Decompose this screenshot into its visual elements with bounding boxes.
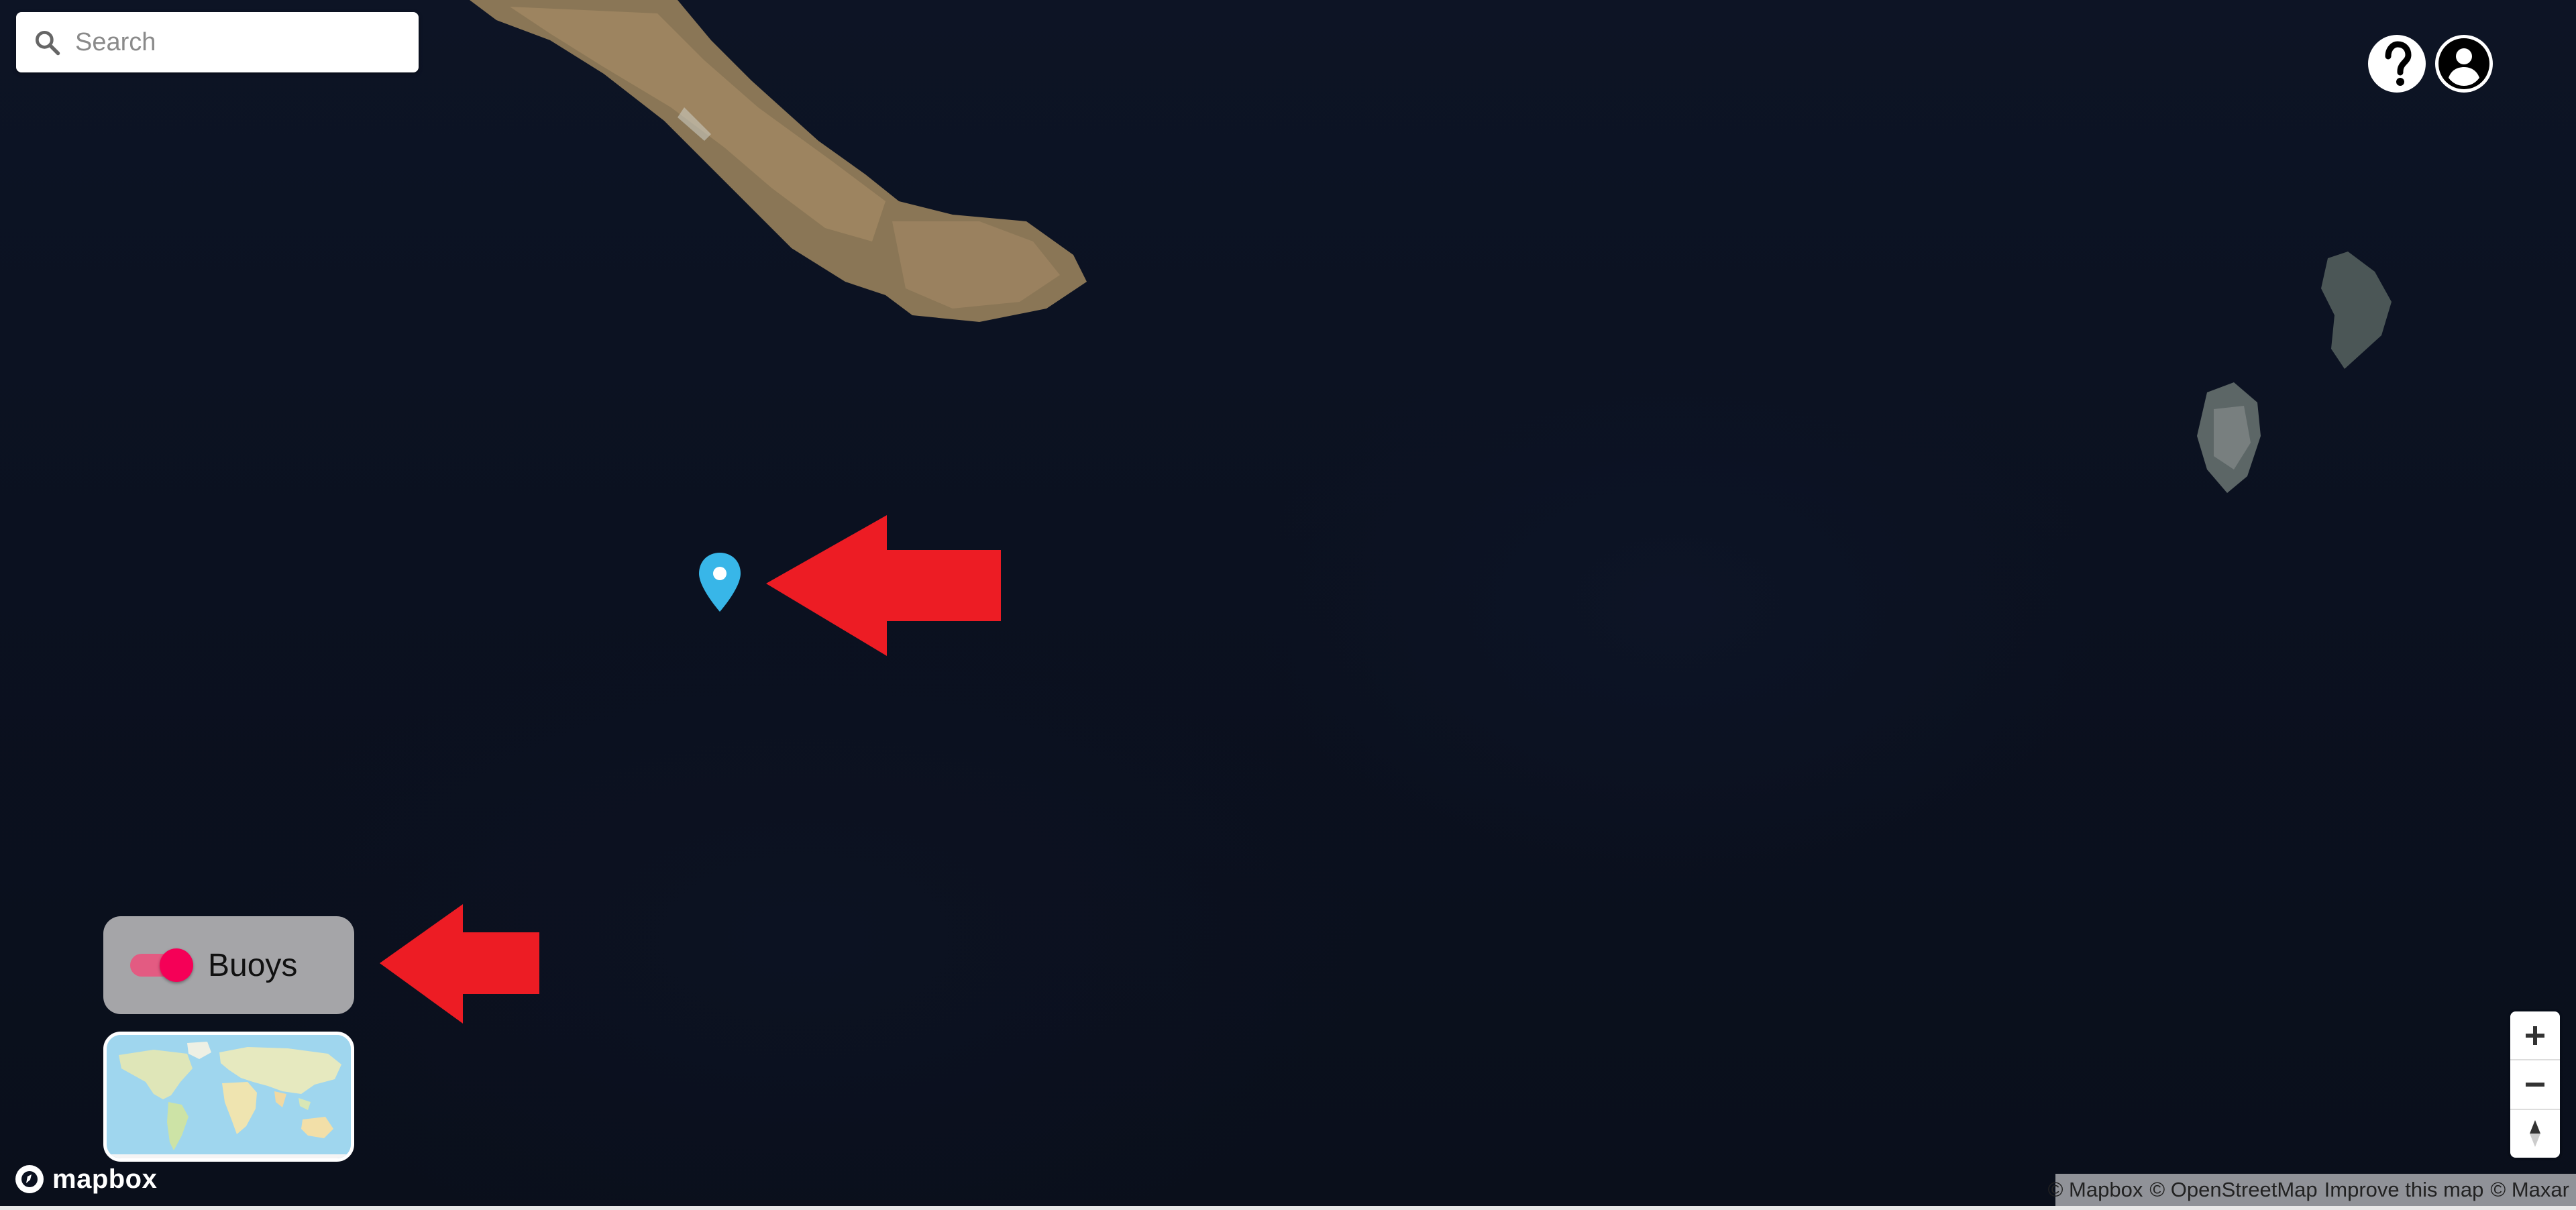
account-button[interactable] — [2435, 35, 2493, 93]
mapbox-logo-text: mapbox — [52, 1164, 158, 1194]
attribution-osm-link[interactable]: © OpenStreetMap — [2149, 1178, 2317, 1202]
attribution-maxar-link[interactable]: © Maxar — [2490, 1178, 2569, 1202]
search-input[interactable] — [74, 27, 398, 58]
map-attribution: © Mapbox © OpenStreetMap Improve this ma… — [2048, 1174, 2576, 1206]
search-icon — [35, 30, 60, 56]
zoom-out-button[interactable] — [2510, 1060, 2560, 1110]
world-map-thumbnail — [107, 1035, 351, 1158]
minus-icon — [2526, 1082, 2544, 1087]
switch-knob — [160, 948, 193, 982]
bottom-strip — [0, 1206, 2576, 1210]
buoys-switch[interactable] — [130, 948, 193, 982]
map-terrain — [470, 0, 2392, 493]
attribution-mapbox-link[interactable]: © Mapbox — [2048, 1178, 2143, 1202]
buoys-label: Buoys — [208, 947, 298, 983]
buoys-layer-toggle[interactable]: Buoys — [103, 916, 354, 1014]
compass-icon — [2530, 1120, 2540, 1148]
basemap-switcher[interactable] — [103, 1032, 354, 1162]
account-icon — [2438, 38, 2489, 89]
buoy-marker[interactable] — [696, 551, 743, 613]
help-button[interactable] — [2368, 35, 2426, 93]
buoy-marker-icon — [699, 553, 741, 612]
help-icon — [2385, 41, 2412, 86]
mapbox-logo[interactable]: mapbox — [13, 1160, 157, 1198]
mapbox-logo-icon — [15, 1165, 44, 1193]
satellite-map[interactable] — [0, 0, 2576, 1210]
annotation-arrow-toggle — [380, 904, 539, 1024]
reset-bearing-button[interactable] — [2510, 1110, 2560, 1158]
attribution-improve-link[interactable]: Improve this map — [2324, 1178, 2484, 1202]
annotation-arrow-marker — [766, 515, 1001, 656]
navigation-control — [2510, 1011, 2560, 1158]
search-bar[interactable] — [16, 12, 419, 72]
island-small-north — [2321, 252, 2392, 369]
zoom-in-button[interactable] — [2510, 1011, 2560, 1061]
plus-icon — [2526, 1026, 2544, 1045]
